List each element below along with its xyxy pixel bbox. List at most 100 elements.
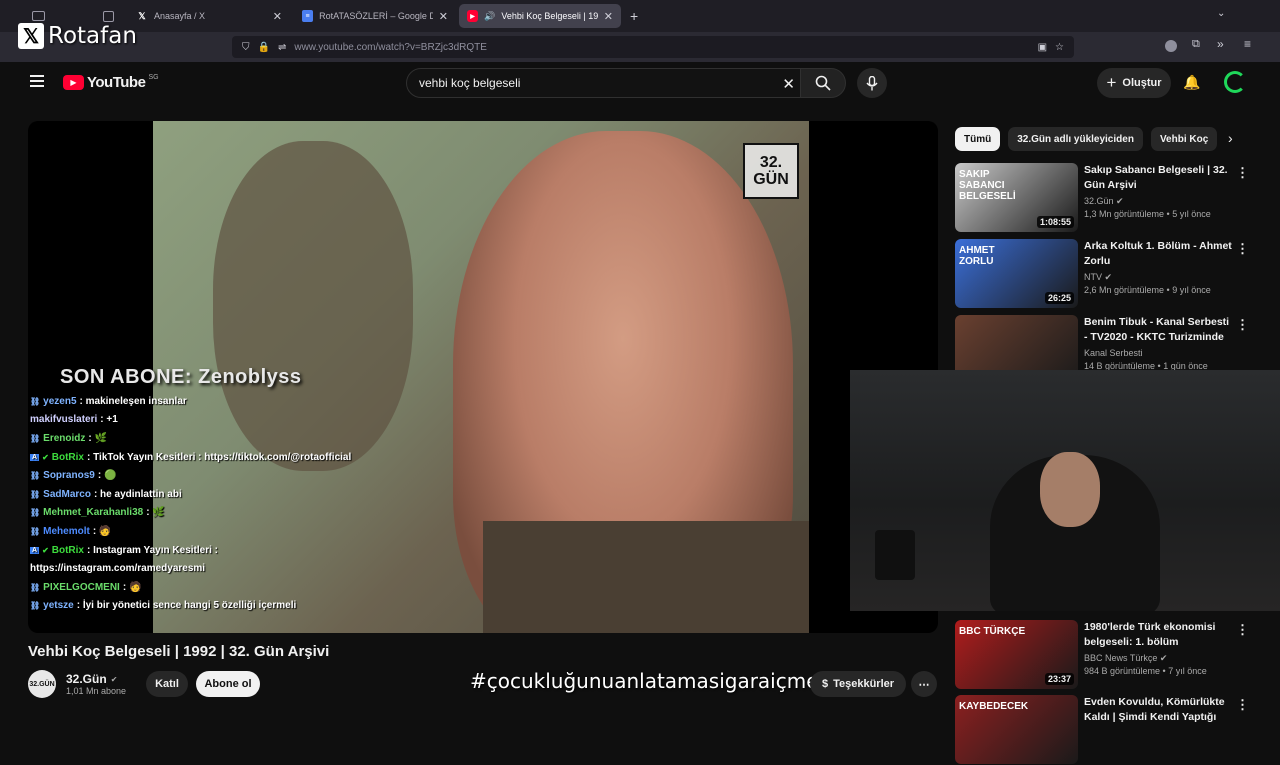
- hamburger-icon[interactable]: [30, 75, 44, 87]
- region-code: SG: [148, 74, 159, 81]
- youtube-logo[interactable]: ▶ YouTube SG: [63, 74, 159, 91]
- chat-text: : +1: [100, 414, 118, 426]
- recommendation-info: Sakıp Sabancı Belgeseli | 32. Gün Arşivi…: [1084, 163, 1234, 221]
- recommendation-item[interactable]: KAYBEDECEK Evden Kovuldu, Kömürlükte Kal…: [955, 695, 1265, 765]
- browser-toolbar: ⛉ 🔒 ⇌ www.youtube.com/watch?v=BRZjc3dRQT…: [0, 32, 1280, 62]
- extensions-icon[interactable]: ⧉: [1192, 38, 1200, 51]
- chat-message: ⛓ yetsze: İyi bir yönetici sence hangi 5 …: [30, 597, 410, 616]
- recommendation-title[interactable]: Evden Kovuldu, Kömürlükte Kaldı | Şimdi …: [1084, 695, 1234, 725]
- hashtag-overlay: #çocukluğunuanlatamasigaraiçmeden: [470, 669, 857, 693]
- recommendation-channel[interactable]: NTV ✔: [1084, 271, 1234, 284]
- more-options-icon[interactable]: ⋮: [1236, 165, 1249, 181]
- video-title: Vehbi Koç Belgeseli | 1992 | 32. Gün Arş…: [28, 643, 330, 660]
- chat-message: ⛓ Erenoidz: 🌿: [30, 429, 410, 448]
- chat-username[interactable]: Mehemolt: [43, 526, 90, 537]
- channel-avatar[interactable]: 32.GÜN: [28, 670, 56, 698]
- close-icon[interactable]: ✕: [273, 10, 282, 23]
- overflow-icon[interactable]: »: [1217, 37, 1224, 51]
- address-bar[interactable]: ⛉ 🔒 ⇌ www.youtube.com/watch?v=BRZjc3dRQT…: [232, 36, 1074, 58]
- video-thumbnail[interactable]: SAKIP SABANCI BELGESELİ 1:08:55: [955, 163, 1078, 232]
- recommendation-channel[interactable]: 32.Gün ✔: [1084, 195, 1234, 208]
- last-subscriber-overlay: SON ABONE: Zenoblyss: [60, 366, 302, 388]
- recommendation-item[interactable]: BBC TÜRKÇE 23:37 1980'lerde Türk ekonomi…: [955, 620, 1265, 690]
- chat-username[interactable]: makifvuslateri: [30, 414, 97, 425]
- tab-label: Vehbi Koç Belgeseli | 1992 |: [501, 11, 598, 21]
- subscribe-button[interactable]: Abone ol: [196, 671, 260, 697]
- watermark-line1: 32.: [759, 154, 783, 171]
- new-tab-button[interactable]: +: [630, 8, 638, 24]
- chat-username[interactable]: PIXELGOCMENI: [43, 582, 120, 593]
- channel-watermark: 32. GÜN: [743, 143, 799, 199]
- chat-username[interactable]: Erenoidz: [43, 433, 85, 444]
- bot-badge-icon: A: [30, 546, 40, 554]
- create-button[interactable]: + Oluştur: [1097, 68, 1171, 98]
- tab-docs[interactable]: ≡ RotATASÖZLERİ – Google Dokü ✕: [294, 4, 456, 28]
- menu-icon[interactable]: ≡: [1244, 37, 1251, 51]
- recommendation-title[interactable]: Sakıp Sabancı Belgeseli | 32. Gün Arşivi: [1084, 163, 1234, 193]
- chip-vehbi-koc[interactable]: Vehbi Koç: [1150, 127, 1218, 151]
- video-thumbnail[interactable]: AHMET ZORLU 26:25: [955, 239, 1078, 308]
- recommendation-channel[interactable]: BBC News Türkçe ✔: [1084, 652, 1234, 665]
- chat-message: https://instagram.com/ramedyaresmi: [30, 559, 410, 578]
- thumbnail-caption: AHMET ZORLU: [959, 245, 995, 267]
- recommendation-channel[interactable]: Kanal Serbesti: [1084, 347, 1234, 360]
- chat-username[interactable]: yezen5: [43, 396, 76, 407]
- picture-in-picture-icon[interactable]: ▣: [1038, 42, 1047, 53]
- recommendation-item[interactable]: AHMET ZORLU 26:25 Arka Koltuk 1. Bölüm -…: [955, 239, 1265, 309]
- tab-list-button[interactable]: ⌄: [1217, 8, 1225, 19]
- shield-icon[interactable]: ⛉: [242, 42, 250, 53]
- more-options-icon[interactable]: ⋮: [1236, 317, 1249, 333]
- speaker-icon[interactable]: 🔊: [484, 11, 495, 22]
- recommendation-title[interactable]: Benim Tibuk - Kanal Serbesti - TV2020 - …: [1084, 315, 1234, 345]
- bookmark-star-icon[interactable]: ☆: [1055, 42, 1064, 53]
- join-button[interactable]: Katıl: [146, 671, 188, 697]
- stream-chat-overlay: ⛓ yezen5: makineleşen insanlar makifvuslat…: [30, 392, 410, 615]
- recommendation-title[interactable]: 1980'lerde Türk ekonomisi belgeseli: 1. …: [1084, 620, 1234, 650]
- chat-username[interactable]: Mehmet_Karahanli38: [43, 507, 143, 518]
- video-thumbnail[interactable]: BBC TÜRKÇE 23:37: [955, 620, 1078, 689]
- more-options-icon[interactable]: ⋮: [1236, 622, 1249, 638]
- recommendation-info: Arka Koltuk 1. Bölüm - Ahmet Zorlu NTV ✔…: [1084, 239, 1234, 297]
- more-options-icon[interactable]: ⋮: [1236, 241, 1249, 257]
- recommendation-info: 1980'lerde Türk ekonomisi belgeseli: 1. …: [1084, 620, 1234, 678]
- chip-uploader[interactable]: 32.Gün adlı yükleyiciden: [1008, 127, 1143, 151]
- youtube-icon: ▶: [467, 10, 479, 22]
- chat-message: ⛓ SadMarco: he aydinlattin abi: [30, 485, 410, 504]
- clear-search-icon[interactable]: ✕: [782, 75, 795, 93]
- lock-icon[interactable]: 🔒: [258, 42, 270, 53]
- chat-text: : 🧑: [122, 581, 142, 593]
- search-input[interactable]: vehbi koç belgeseli ✕: [406, 68, 808, 98]
- chat-username[interactable]: yetsze: [43, 600, 74, 611]
- search-query: vehbi koç belgeseli: [419, 76, 521, 90]
- recommendation-item[interactable]: SAKIP SABANCI BELGESELİ 1:08:55 Sakıp Sa…: [955, 163, 1265, 233]
- recommendation-meta: 1,3 Mn görüntüleme • 5 yıl önce: [1084, 209, 1211, 219]
- channel-name[interactable]: 32.Gün: [66, 672, 107, 686]
- close-icon[interactable]: ✕: [439, 10, 448, 23]
- duration-badge: 23:37: [1044, 673, 1074, 685]
- voice-search-button[interactable]: [857, 68, 887, 98]
- chevron-right-icon[interactable]: ›: [1228, 130, 1233, 146]
- chat-username[interactable]: BotRix: [52, 452, 84, 463]
- chat-username[interactable]: Sopranos9: [43, 470, 95, 481]
- thanks-button[interactable]: $ Teşekkürler: [810, 671, 906, 697]
- url-path: /watch?v=BRZjc3dRQTE: [375, 41, 487, 53]
- recommendation-title[interactable]: Arka Koltuk 1. Bölüm - Ahmet Zorlu: [1084, 239, 1234, 269]
- chat-username[interactable]: SadMarco: [43, 489, 91, 500]
- link-badge-icon: ⛓: [30, 601, 41, 611]
- account-avatar[interactable]: [1224, 71, 1246, 93]
- video-thumbnail[interactable]: KAYBEDECEK: [955, 695, 1078, 764]
- close-icon[interactable]: ✕: [604, 10, 613, 23]
- chip-all[interactable]: Tümü: [955, 127, 1001, 151]
- youtube-play-icon: ▶: [63, 75, 84, 90]
- tab-youtube[interactable]: ▶ 🔊 Vehbi Koç Belgeseli | 1992 | ✕: [459, 4, 621, 28]
- search-button[interactable]: [800, 68, 846, 98]
- tab-label: RotATASÖZLERİ – Google Dokü: [319, 11, 433, 21]
- chat-message: A ✔ BotRix: Instagram Yayın Kesitleri :: [30, 541, 410, 560]
- notifications-bell-icon[interactable]: 🔔: [1183, 74, 1200, 91]
- profile-icon[interactable]: [1165, 40, 1177, 52]
- chat-username[interactable]: BotRix: [52, 545, 84, 556]
- permissions-icon[interactable]: ⇌: [278, 42, 286, 53]
- more-options-icon[interactable]: ⋮: [1236, 697, 1249, 713]
- more-actions-button[interactable]: ⋯: [911, 671, 937, 697]
- tab-x[interactable]: 𝕏 Anasayfa / X ✕: [128, 4, 290, 28]
